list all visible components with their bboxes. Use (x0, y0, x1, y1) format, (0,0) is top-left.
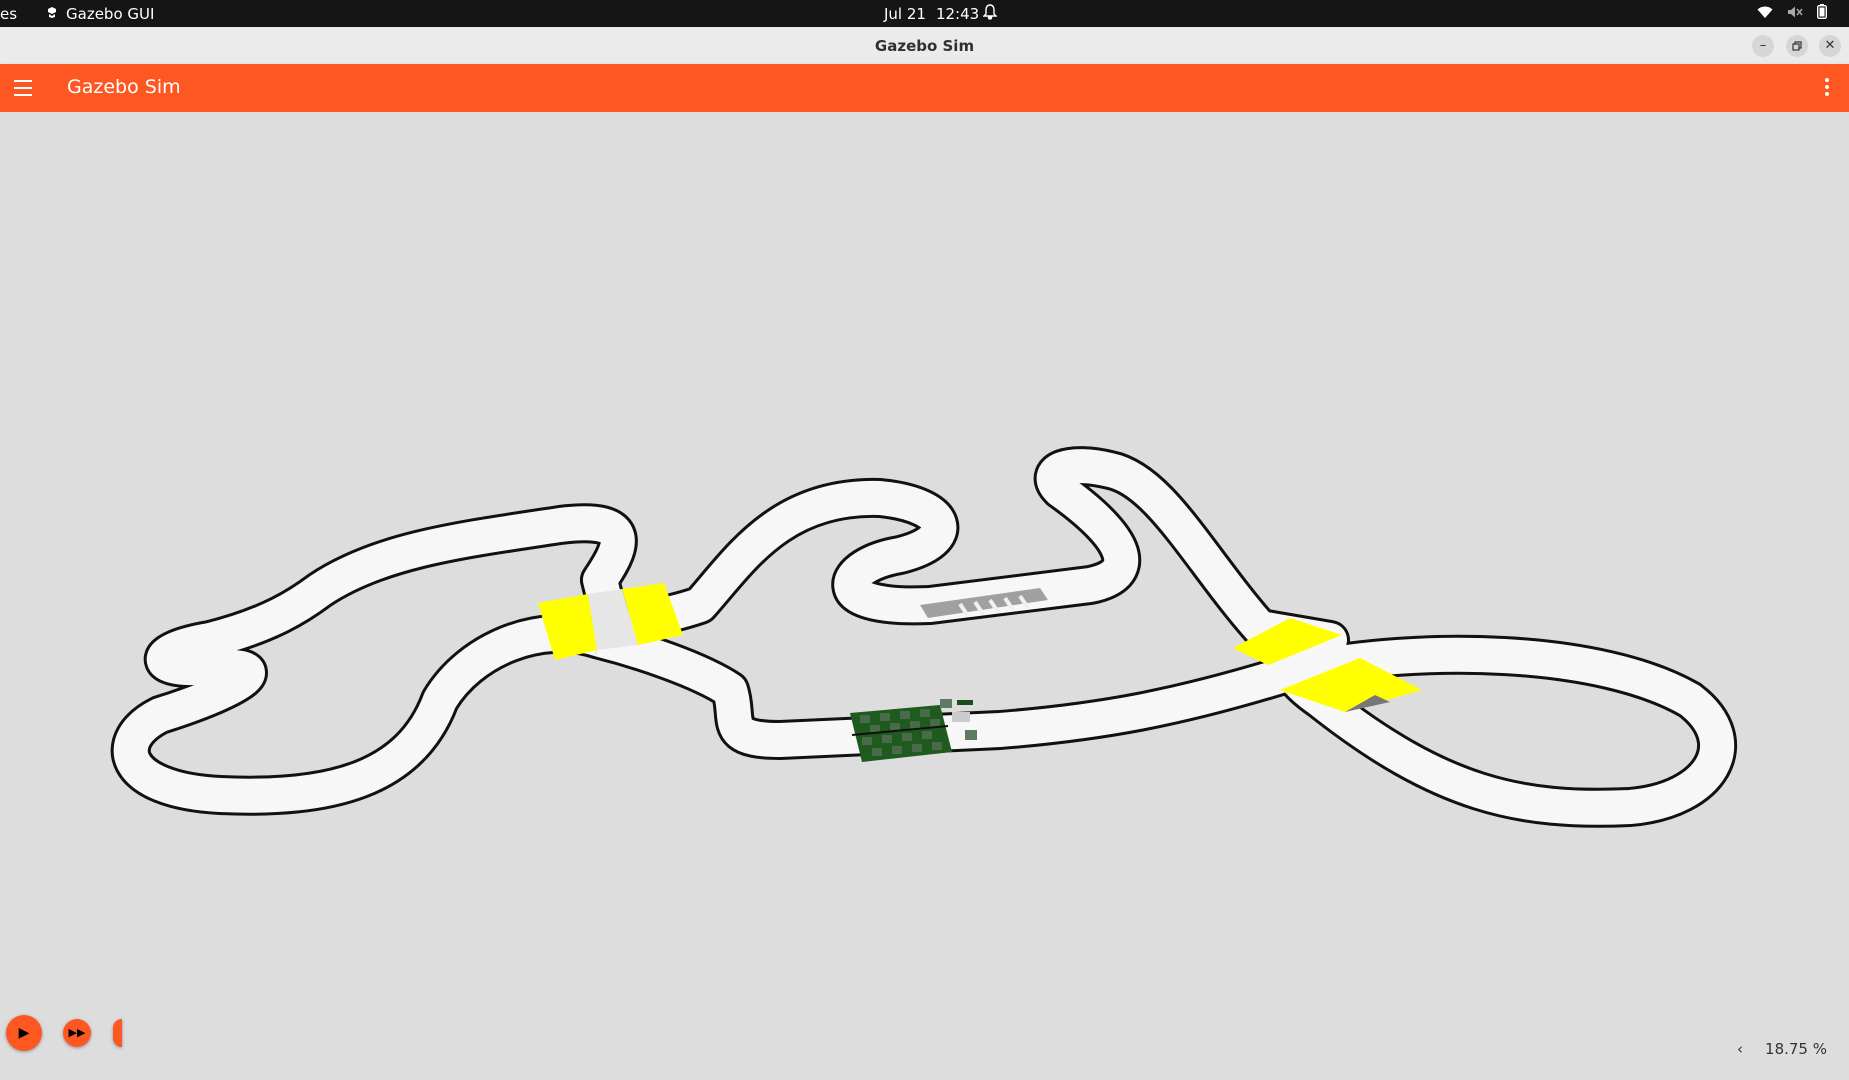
step-count-button[interactable] (113, 1019, 122, 1047)
app-menu[interactable]: Gazebo GUI (46, 5, 154, 23)
start-pad (850, 705, 952, 762)
volume-muted-icon[interactable] (1787, 5, 1803, 23)
activities-button[interactable]: es (0, 5, 17, 23)
real-time-factor: 18.75 % (1765, 1040, 1827, 1058)
app-icon (46, 5, 58, 23)
window-title-bar[interactable]: Gazebo Sim – ✕ (0, 27, 1849, 65)
stats-panel: ‹ 18.75 % (1737, 1040, 1827, 1058)
clock-time: 12:43 (935, 5, 980, 23)
app-title: Gazebo Sim (67, 76, 181, 98)
more-vert-icon[interactable] (1825, 78, 1829, 98)
chevron-left-icon[interactable]: ‹ (1737, 1040, 1743, 1058)
wifi-icon[interactable] (1757, 5, 1773, 23)
system-top-bar: es Gazebo GUI Jul 21 12:43 (0, 0, 1849, 27)
app-header: Gazebo Sim (0, 64, 1849, 112)
step-forward-icon[interactable]: ▶▶ (63, 1019, 91, 1047)
app-name: Gazebo GUI (66, 5, 155, 23)
minimize-icon[interactable]: – (1752, 35, 1774, 57)
clock[interactable]: Jul 21 12:43 (884, 5, 979, 23)
race-track-scene (110, 446, 1738, 828)
play-icon[interactable]: ▶ (6, 1015, 42, 1051)
hamburger-icon[interactable] (14, 80, 32, 96)
bell-icon[interactable] (982, 4, 998, 24)
playback-controls: ▶ ▶▶ (0, 1005, 122, 1060)
clock-date: Jul 21 (884, 5, 926, 23)
3d-scene-viewport[interactable] (0, 112, 1849, 1080)
restore-icon[interactable] (1786, 35, 1808, 57)
track-surface (583, 449, 1735, 825)
track-left-surface (113, 506, 635, 813)
battery-icon[interactable] (1816, 4, 1828, 23)
window-title: Gazebo Sim (874, 37, 975, 55)
close-icon[interactable]: ✕ (1819, 35, 1841, 57)
system-tray[interactable] (1757, 4, 1828, 23)
